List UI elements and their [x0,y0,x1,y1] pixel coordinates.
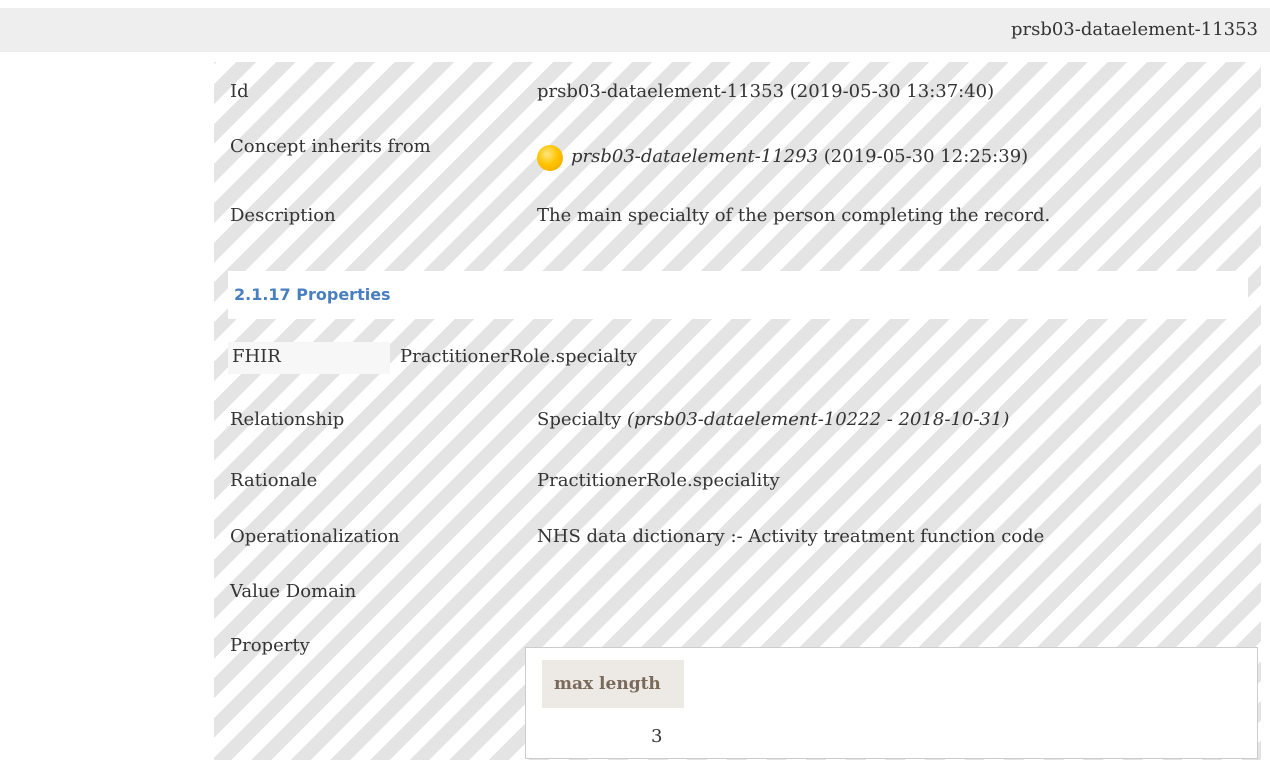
id-label: Id [230,81,249,102]
relationship-label: Relationship [230,409,345,430]
description-value: The main specialty of the person complet… [537,205,1051,226]
inherits-link[interactable]: prsb03-dataelement-11293 [571,146,818,167]
fhir-value: PractitionerRole.specialty [400,346,637,367]
operationalization-label: Operationalization [230,526,400,547]
relationship-name: Specialty [537,409,622,430]
property-table: max length 3 [525,647,1258,759]
property-label: Property [230,635,310,656]
rationale-value: PractitionerRole.speciality [537,470,780,491]
page-title: prsb03-dataelement-11353 [1010,19,1258,40]
status-circle-icon [537,145,563,171]
value-domain-label: Value Domain [230,581,357,602]
properties-heading: 2.1.17 Properties [234,285,391,304]
inherits-label: Concept inherits from [230,136,431,157]
max-length-header: max length [542,660,684,708]
fhir-label-cell: FHIR [228,342,390,374]
concept-panel: Id prsb03-dataelement-11353 (2019-05-30 … [214,62,1261,760]
max-length-header-label: max length [554,674,661,694]
id-value: prsb03-dataelement-11353 (2019-05-30 13:… [537,81,995,102]
inherits-date: (2019-05-30 12:25:39) [823,146,1029,167]
max-length-value: 3 [651,726,663,747]
operationalization-value: NHS data dictionary :- Activity treatmen… [537,526,1045,547]
relationship-ref[interactable]: (prsb03-dataelement-10222 - 2018-10-31) [627,409,1009,430]
properties-section-header: 2.1.17 Properties [228,271,1248,319]
inherits-value: prsb03-dataelement-11293 (2019-05-30 12:… [537,145,1028,171]
relationship-value: Specialty (prsb03-dataelement-10222 - 20… [537,409,1009,430]
fhir-label: FHIR [232,346,281,367]
rationale-label: Rationale [230,470,318,491]
description-label: Description [230,205,336,226]
header-bar: prsb03-dataelement-11353 [0,8,1270,52]
